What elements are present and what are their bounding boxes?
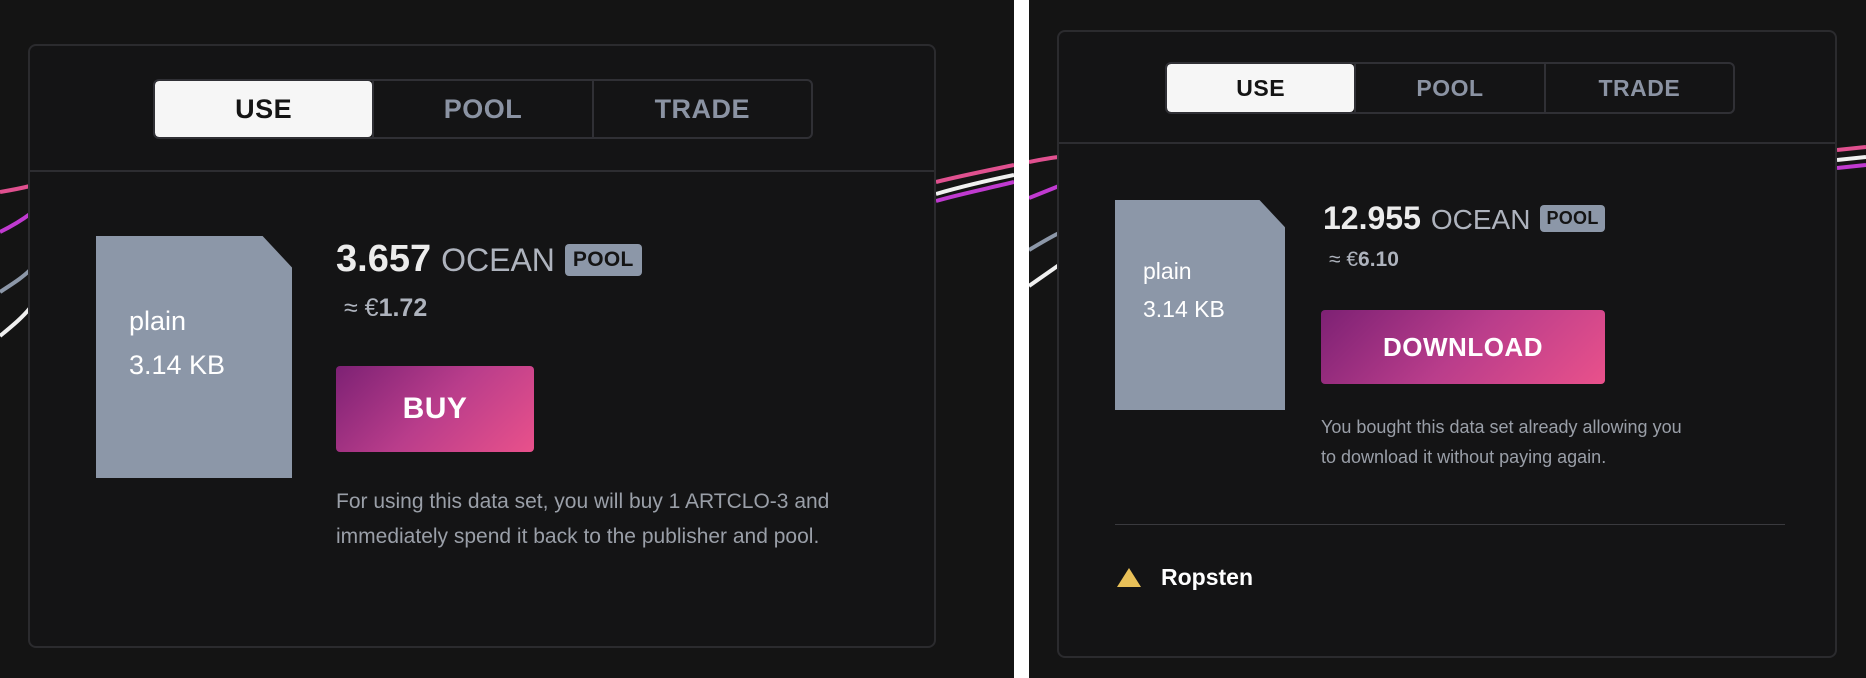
file-icon: plain 3.14 KB	[1115, 200, 1285, 410]
pool-badge: POOL	[564, 243, 642, 276]
price-token: OCEAN	[441, 242, 555, 278]
left-panel: USE POOL TRADE plain 3.14 KB 3.657 OCEAN…	[0, 0, 1014, 678]
download-help-text: You bought this data set already allowin…	[1321, 417, 1682, 467]
price: 12.955 OCEAN POOL	[1323, 200, 1605, 237]
section-divider	[1115, 524, 1785, 525]
file-size-label: 3.14 KB	[1143, 296, 1225, 322]
file-size-label: 3.14 KB	[129, 350, 226, 380]
fiat-price: ≈ €1.72	[344, 294, 427, 323]
buy-button[interactable]: BUY	[336, 366, 534, 452]
download-button[interactable]: DOWNLOAD	[1321, 310, 1605, 384]
fiat-amount: 6.10	[1358, 248, 1399, 271]
pool-badge: POOL	[1540, 205, 1605, 232]
warning-triangle-icon	[1117, 568, 1141, 587]
buy-help-text: For using this data set, you will buy 1 …	[336, 490, 830, 548]
tab-trade[interactable]: TRADE	[1543, 64, 1733, 112]
file-type-label: plain	[1143, 258, 1192, 284]
price: 3.657 OCEAN POOL	[336, 238, 642, 281]
tab-pool[interactable]: POOL	[1354, 64, 1543, 112]
price-token: OCEAN	[1430, 204, 1531, 235]
network-indicator: Ropsten	[1117, 564, 1253, 591]
tab-bar: USE POOL TRADE	[153, 79, 813, 139]
price-value: 3.657	[336, 238, 432, 280]
file-type-label: plain	[129, 306, 187, 336]
tab-bar: USE POOL TRADE	[1165, 62, 1735, 114]
tab-use[interactable]: USE	[1167, 64, 1355, 112]
tab-trade[interactable]: TRADE	[591, 81, 811, 137]
tabs-divider	[1059, 142, 1835, 144]
tab-pool[interactable]: POOL	[372, 81, 591, 137]
fiat-price: ≈ €6.10	[1329, 248, 1399, 272]
tab-use[interactable]: USE	[155, 81, 373, 137]
fiat-amount: 1.72	[378, 294, 428, 322]
asset-actions-card: USE POOL TRADE plain 3.14 KB 3.657 OCEAN…	[28, 44, 936, 648]
network-label: Ropsten	[1161, 564, 1253, 590]
fiat-prefix: ≈ €	[344, 294, 379, 322]
fiat-prefix: ≈ €	[1329, 248, 1359, 271]
right-panel: USE POOL TRADE plain 3.14 KB 12.955 OCEA…	[1029, 0, 1866, 678]
tabs-divider	[30, 170, 934, 172]
price-value: 12.955	[1323, 200, 1421, 236]
asset-actions-card: USE POOL TRADE plain 3.14 KB 12.955 OCEA…	[1057, 30, 1837, 658]
file-icon: plain 3.14 KB	[96, 236, 292, 478]
